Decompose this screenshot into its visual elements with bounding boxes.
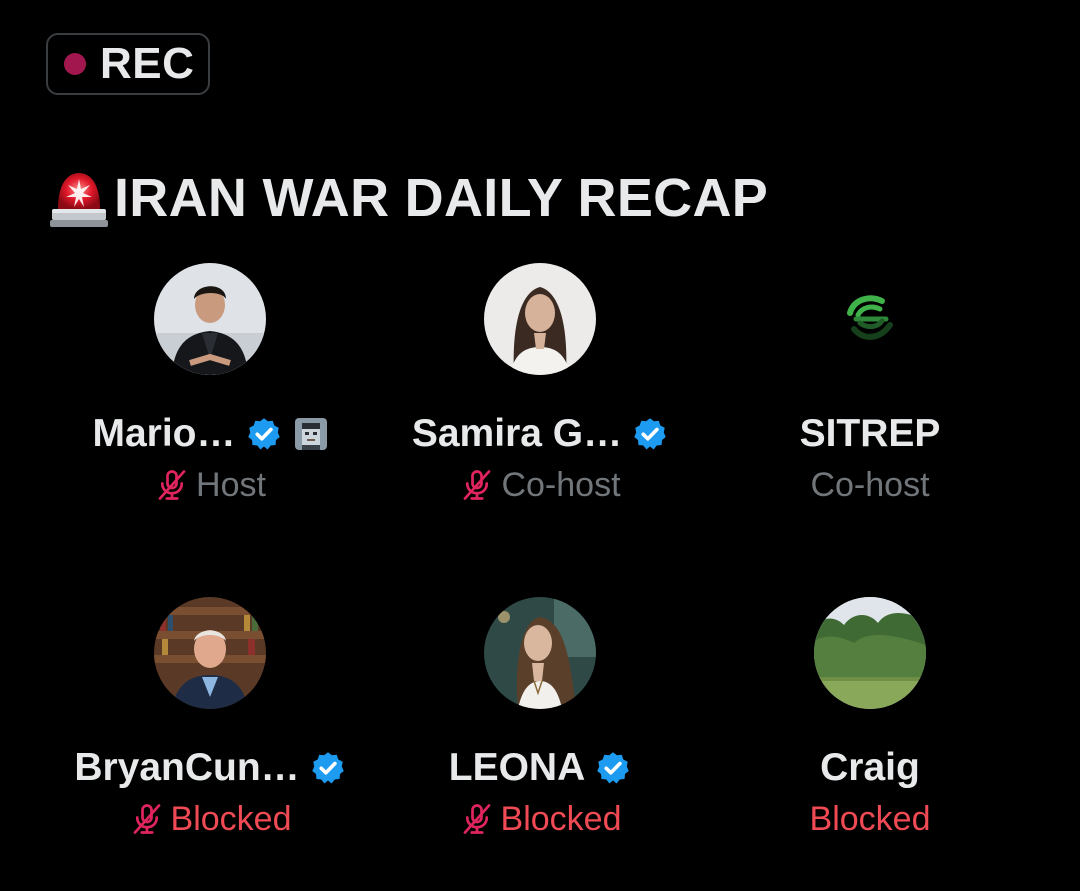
mic-off-icon	[464, 470, 491, 500]
verified-badge-icon	[247, 418, 280, 450]
speaker-card-leona[interactable]: LEONA Blocked	[375, 597, 705, 841]
role-row: Blocked	[705, 797, 1035, 841]
speaker-role: Co-host	[501, 465, 621, 504]
speaker-name: Mario…	[92, 412, 236, 455]
speaker-card-craig[interactable]: Craig Blocked	[705, 597, 1035, 841]
speaker-role: Host	[196, 465, 266, 504]
speaker-role: Co-host	[810, 465, 930, 504]
record-dot-icon	[64, 53, 86, 75]
space-title-row: IRAN WAR DAILY RECAP	[48, 160, 768, 236]
avatar	[154, 597, 266, 709]
speaker-name: Samira G…	[411, 412, 623, 455]
role-row: Host	[45, 463, 375, 507]
pixel-avatar-icon	[294, 418, 327, 450]
space-title: IRAN WAR DAILY RECAP	[114, 168, 769, 228]
speaker-card-bryancun[interactable]: BryanCun… Blocked	[45, 597, 375, 841]
speaker-name: BryanCun…	[74, 746, 300, 789]
verified-badge-icon	[634, 418, 666, 450]
mic-off-icon	[133, 804, 160, 834]
avatar	[154, 263, 266, 375]
verified-badge-icon	[597, 752, 629, 784]
name-row: Samira G…	[375, 411, 705, 457]
speaker-role: Blocked	[809, 799, 931, 838]
role-row: Co-host	[705, 463, 1035, 507]
speaker-role: Blocked	[170, 799, 292, 838]
name-row: Mario…	[45, 411, 375, 457]
speaker-name: SITREP	[799, 412, 941, 455]
mic-off-icon	[463, 804, 490, 834]
mic-off-icon	[158, 470, 186, 500]
speaker-name: Craig	[820, 746, 920, 789]
name-row: SITREP	[705, 411, 1035, 457]
role-row: Blocked	[375, 797, 705, 841]
speaker-card-sitrep[interactable]: SITREP Co-host	[705, 263, 1035, 507]
speaker-role: Blocked	[500, 799, 622, 838]
avatar	[814, 263, 926, 375]
recording-label: REC	[100, 39, 195, 88]
speaker-name: LEONA	[448, 746, 586, 789]
siren-icon	[50, 173, 108, 227]
speaker-card-samira[interactable]: Samira G… Co-host	[375, 263, 705, 507]
role-row: Blocked	[45, 797, 375, 841]
name-row: LEONA	[375, 745, 705, 791]
avatar	[484, 597, 596, 709]
verified-badge-icon	[311, 752, 344, 784]
recording-badge: REC	[46, 33, 210, 95]
avatar	[814, 597, 926, 709]
name-row: BryanCun…	[45, 745, 375, 791]
name-row: Craig	[705, 745, 1035, 791]
speaker-card-mario[interactable]: Mario… Host	[45, 263, 375, 507]
avatar	[484, 263, 596, 375]
role-row: Co-host	[375, 463, 705, 507]
